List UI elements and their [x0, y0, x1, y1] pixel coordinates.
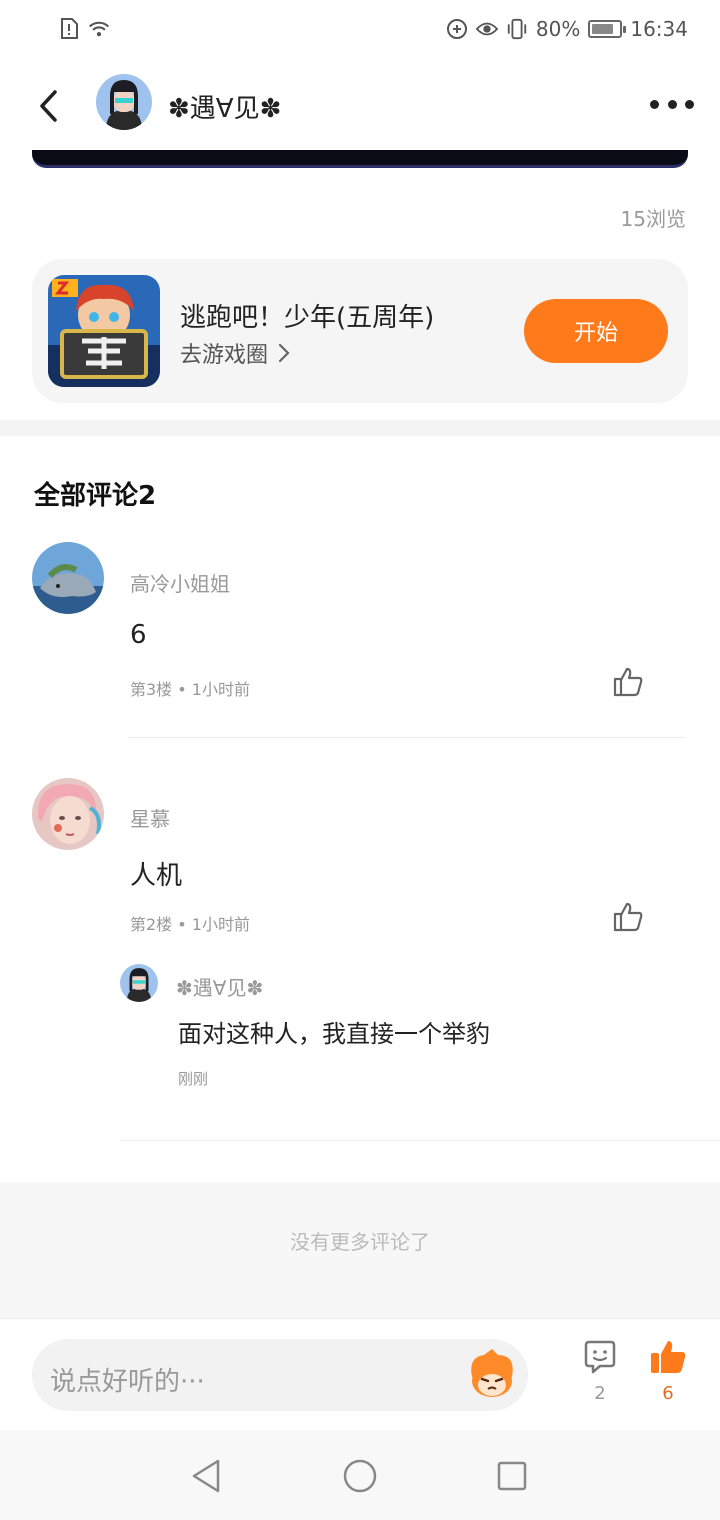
mascot-emoji-icon: [471, 1349, 513, 1397]
chevron-right-icon: [278, 343, 290, 363]
back-button[interactable]: [30, 86, 66, 126]
more-dot-icon: [685, 99, 694, 109]
comments-heading: 全部评论2: [34, 481, 157, 511]
like-action[interactable]: 6: [642, 1337, 694, 1404]
section-divider: [0, 420, 720, 436]
view-count: 15浏览: [620, 207, 686, 231]
more-dot-icon: [667, 99, 677, 109]
reply-time: 刚刚: [178, 1070, 209, 1088]
author-name: ✽遇∀见✽: [168, 94, 282, 124]
thumbs-up-icon: [613, 667, 643, 697]
clock: 16:34: [630, 17, 688, 41]
circle-home-icon: [343, 1459, 377, 1493]
battery-percent: 80%: [535, 17, 581, 41]
sim-alert-icon: [58, 16, 80, 42]
nav-back-button[interactable]: [186, 1456, 226, 1496]
eye-comfort-icon: [475, 16, 498, 42]
commenter-name[interactable]: 星慕: [130, 803, 170, 832]
comment-divider: [120, 1140, 720, 1141]
triangle-back-icon: [192, 1459, 220, 1493]
author-avatar[interactable]: [96, 74, 152, 130]
comment-text: 6: [130, 620, 147, 650]
vibrate-icon: [506, 16, 528, 42]
comment-divider: [128, 737, 686, 738]
square-recents-icon: [497, 1461, 527, 1491]
nav-home-button[interactable]: [340, 1456, 380, 1496]
more-dot-icon: [650, 99, 659, 109]
comment-action[interactable]: 2: [574, 1337, 626, 1404]
top-header: ✽遇∀见✽: [0, 60, 720, 150]
comment-meta: 第3楼 • 1小时前: [130, 680, 250, 699]
status-right: 80% 16:34: [446, 16, 688, 42]
game-icon[interactable]: [48, 275, 160, 387]
reply-author-name[interactable]: ✽遇∀见✽: [176, 972, 263, 1001]
comment-meta: 第2楼 • 1小时前: [130, 915, 250, 934]
more-options-button[interactable]: [650, 94, 694, 114]
battery-icon: [588, 20, 627, 38]
game-circle-label: 去游戏圈: [180, 343, 269, 368]
status-bar: 80% 16:34: [0, 0, 720, 60]
status-left: [58, 16, 110, 42]
comment-input[interactable]: 说点好听的···: [32, 1339, 528, 1411]
post-media-edge[interactable]: [32, 150, 688, 168]
no-more-text: 没有更多评论了: [290, 1230, 430, 1254]
no-more-comments: 没有更多评论了: [0, 1182, 720, 1318]
nav-recents-button[interactable]: [492, 1456, 532, 1496]
battery-fill: [592, 24, 614, 34]
reply-text: 面对这种人，我直接一个举豹: [178, 1020, 490, 1048]
emoji-button[interactable]: [464, 1347, 520, 1403]
thumbs-up-icon: [613, 902, 643, 932]
start-game-button[interactable]: 开始: [524, 299, 668, 363]
comment-like-button[interactable]: [610, 899, 646, 935]
wifi-icon: [88, 16, 110, 42]
data-saver-icon: [446, 16, 468, 42]
game-card[interactable]: 逃跑吧！少年(五周年) 去游戏圈 开始: [32, 259, 688, 403]
comment-like-button[interactable]: [610, 664, 646, 700]
commenter-avatar[interactable]: [32, 778, 104, 850]
comment-input-placeholder: 说点好听的···: [50, 1367, 205, 1397]
commenter-name[interactable]: 高冷小姐姐: [130, 568, 230, 597]
game-circle-link[interactable]: 去游戏圈: [180, 337, 290, 369]
comment-bubble-icon: [580, 1337, 620, 1377]
reply-avatar[interactable]: [120, 964, 158, 1002]
bottom-action-bar: 说点好听的··· 2 6: [0, 1318, 720, 1430]
like-count: 6: [662, 1383, 674, 1404]
comment-text: 人机: [130, 861, 183, 891]
game-title[interactable]: 逃跑吧！少年(五周年): [180, 297, 434, 334]
chevron-left-icon: [40, 90, 57, 122]
comment-count: 2: [594, 1383, 606, 1404]
system-nav-bar: [0, 1430, 720, 1520]
commenter-avatar[interactable]: [32, 542, 104, 614]
thumbs-up-filled-icon: [648, 1337, 688, 1377]
